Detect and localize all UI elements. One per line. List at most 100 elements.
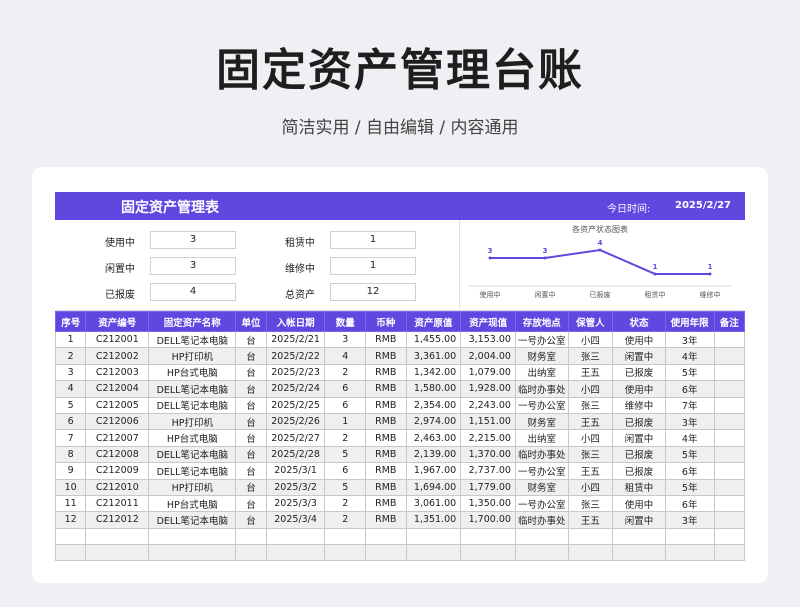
table-cell[interactable]: 1,580.00 <box>405 380 462 398</box>
table-cell[interactable]: 2,004.00 <box>460 347 516 365</box>
table-cell[interactable]: 2025/2/21 <box>265 330 326 349</box>
table-cell[interactable]: 2025/2/24 <box>265 380 326 398</box>
table-row[interactable]: 10 C212010 HP打印机台 2025/3/2 5 RMB 1,694.00 1,779… <box>54 478 745 496</box>
table-cell[interactable]: 2 <box>324 363 366 382</box>
table-row[interactable]: 2 C212002 HP打印机台 2025/2/22 4 RMB 3,361.00 2,004… <box>54 347 745 365</box>
table-cell[interactable]: 台 <box>235 347 267 365</box>
table-cell[interactable]: 10 <box>54 478 87 496</box>
column-header[interactable]: 使用年限 <box>664 311 715 332</box>
column-header[interactable]: 存放地点 <box>514 311 569 332</box>
table-row[interactable] <box>54 544 745 562</box>
table-cell[interactable]: 张三 <box>567 445 614 464</box>
table-cell[interactable]: RMB <box>365 363 407 382</box>
table-cell[interactable] <box>324 527 366 546</box>
table-cell[interactable]: 张三 <box>567 347 614 365</box>
scrapped-value[interactable]: 4 <box>150 283 236 301</box>
table-cell[interactable]: 2,354.00 <box>405 396 462 414</box>
table-cell[interactable]: 5年 <box>664 363 715 382</box>
table-cell[interactable]: 小四 <box>567 330 614 349</box>
table-cell[interactable]: 5 <box>324 478 366 496</box>
table-cell[interactable]: C212005 <box>85 396 150 414</box>
table-cell[interactable]: 6年 <box>664 380 715 398</box>
table-cell[interactable]: 2025/3/3 <box>265 494 326 513</box>
table-cell[interactable] <box>567 544 614 562</box>
table-cell[interactable]: 6年 <box>664 462 715 480</box>
table-cell[interactable]: 出纳室 <box>514 429 569 447</box>
table-cell[interactable]: 台 <box>235 462 267 480</box>
table-cell[interactable]: 3,361.00 <box>405 347 462 365</box>
table-cell[interactable] <box>365 527 407 546</box>
table-cell[interactable]: RMB <box>365 380 407 398</box>
table-cell[interactable]: 3 <box>324 330 366 349</box>
table-cell[interactable]: 使用中 <box>612 330 666 349</box>
table-cell[interactable]: 1,370.00 <box>460 445 516 464</box>
table-cell[interactable]: 2 <box>324 429 366 447</box>
table-row[interactable]: 5 C212005 DELL笔记本电脑台 2025/2/25 6 RMB 2,354.00 2… <box>54 396 745 414</box>
table-row[interactable]: 7 C212007 HP台式电脑台 2025/2/27 2 RMB 2,463.00 2,21… <box>54 429 745 447</box>
table-cell[interactable] <box>514 527 569 546</box>
table-cell[interactable]: C212007 <box>85 429 150 447</box>
table-cell[interactable]: 王五 <box>567 511 614 529</box>
table-cell[interactable]: C212004 <box>85 380 150 398</box>
table-cell[interactable]: HP打印机 <box>148 412 237 431</box>
table-cell[interactable]: 1,151.00 <box>460 412 516 431</box>
table-cell[interactable]: DELL笔记本电脑 <box>148 511 237 529</box>
table-cell[interactable]: 张三 <box>567 396 614 414</box>
total-value[interactable]: 12 <box>330 283 416 301</box>
table-cell[interactable]: 台 <box>235 412 267 431</box>
table-cell[interactable]: RMB <box>365 478 407 496</box>
table-cell[interactable]: 已报废 <box>612 445 666 464</box>
table-cell[interactable] <box>664 544 715 562</box>
repair-value[interactable]: 1 <box>330 257 416 275</box>
table-cell[interactable]: RMB <box>365 511 407 529</box>
table-cell[interactable]: 一号办公室 <box>514 494 569 513</box>
table-cell[interactable]: 财务室 <box>514 347 569 365</box>
table-cell[interactable]: C212003 <box>85 363 150 382</box>
table-cell[interactable] <box>713 347 745 365</box>
table-cell[interactable]: C212010 <box>85 478 150 496</box>
table-cell[interactable] <box>713 429 745 447</box>
table-cell[interactable]: 台 <box>235 445 267 464</box>
table-cell[interactable]: 一号办公室 <box>514 462 569 480</box>
table-cell[interactable]: HP台式电脑 <box>148 429 237 447</box>
table-cell[interactable]: DELL笔记本电脑 <box>148 445 237 464</box>
table-cell[interactable]: 2025/2/28 <box>265 445 326 464</box>
table-cell[interactable] <box>54 527 87 546</box>
leased-value[interactable]: 1 <box>330 231 416 249</box>
table-cell[interactable]: 6 <box>324 380 366 398</box>
table-cell[interactable]: C212008 <box>85 445 150 464</box>
table-cell[interactable]: 1,350.00 <box>460 494 516 513</box>
column-header[interactable]: 状态 <box>612 311 666 332</box>
table-cell[interactable]: 2 <box>324 494 366 513</box>
table-cell[interactable]: 租赁中 <box>612 478 666 496</box>
column-header[interactable]: 保管人 <box>567 311 614 332</box>
table-cell[interactable]: 1,342.00 <box>405 363 462 382</box>
table-cell[interactable] <box>612 544 666 562</box>
table-cell[interactable]: 7 <box>54 429 87 447</box>
table-cell[interactable] <box>713 494 745 513</box>
table-cell[interactable]: 台 <box>235 511 267 529</box>
table-cell[interactable]: 5年 <box>664 478 715 496</box>
table-cell[interactable]: 3,061.00 <box>405 494 462 513</box>
table-cell[interactable]: 王五 <box>567 462 614 480</box>
table-cell[interactable]: DELL笔记本电脑 <box>148 380 237 398</box>
table-cell[interactable]: 5年 <box>664 445 715 464</box>
table-cell[interactable] <box>148 544 237 562</box>
table-cell[interactable]: C212002 <box>85 347 150 365</box>
table-cell[interactable]: 6年 <box>664 494 715 513</box>
table-cell[interactable] <box>713 396 745 414</box>
table-row[interactable]: 4 C212004 DELL笔记本电脑台 2025/2/24 6 RMB 1,580.00 1… <box>54 380 745 398</box>
table-cell[interactable]: 12 <box>54 511 87 529</box>
table-cell[interactable] <box>713 363 745 382</box>
table-cell[interactable]: 临时办事处 <box>514 445 569 464</box>
table-cell[interactable]: 王五 <box>567 363 614 382</box>
table-cell[interactable]: 3 <box>54 363 87 382</box>
table-cell[interactable]: 11 <box>54 494 87 513</box>
table-cell[interactable]: HP台式电脑 <box>148 494 237 513</box>
table-cell[interactable]: 维修中 <box>612 396 666 414</box>
table-cell[interactable]: 2,243.00 <box>460 396 516 414</box>
table-cell[interactable]: C212006 <box>85 412 150 431</box>
column-header[interactable]: 资产原值 <box>405 311 462 332</box>
table-cell[interactable]: 台 <box>235 429 267 447</box>
column-header[interactable]: 序号 <box>54 311 87 332</box>
